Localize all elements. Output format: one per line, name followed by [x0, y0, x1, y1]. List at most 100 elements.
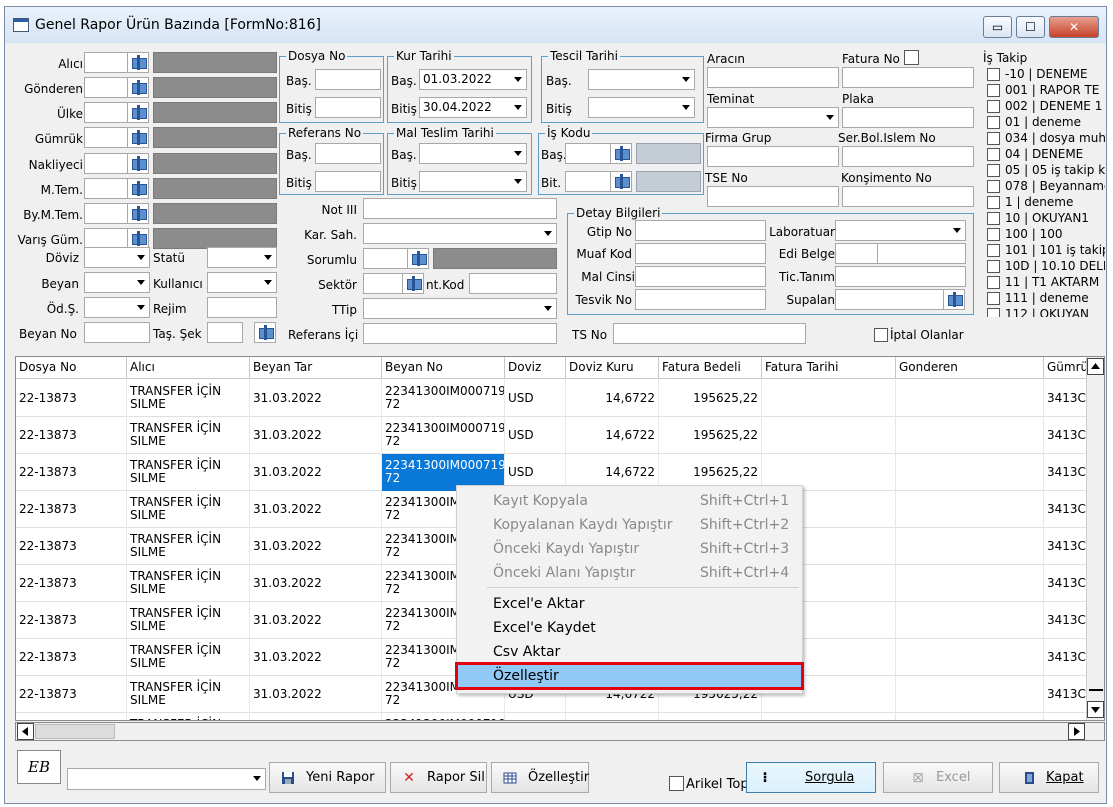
menu-item-7[interactable]: Özelleştir: [455, 662, 804, 690]
table-cell[interactable]: 3413C: [1044, 676, 1088, 713]
is-takip-checkbox[interactable]: [987, 68, 1000, 81]
is-takip-item[interactable]: 112 | OKUYAN: [985, 307, 1105, 317]
is-takip-checkbox[interactable]: [987, 276, 1000, 289]
mal-bitis-date[interactable]: [419, 171, 527, 192]
plaka-input[interactable]: [842, 107, 974, 128]
table-cell[interactable]: [566, 713, 659, 720]
table-cell[interactable]: 14,6722: [566, 417, 659, 454]
sektor-picker-icon[interactable]: [402, 273, 424, 294]
table-cell[interactable]: 31.03.2022: [250, 528, 382, 565]
hscroll-thumb[interactable]: [35, 724, 115, 739]
table-cell[interactable]: [896, 639, 1044, 676]
is-takip-checkbox[interactable]: [987, 228, 1000, 241]
supalan-picker-icon[interactable]: [943, 289, 965, 310]
left-field-input[interactable]: [84, 77, 130, 98]
fatura-no-input[interactable]: [842, 67, 974, 88]
is-takip-item[interactable]: 1 | deneme: [985, 195, 1105, 211]
is-takip-checkbox[interactable]: [987, 196, 1000, 209]
left-field-input[interactable]: [84, 153, 130, 174]
dosya-bitis-input[interactable]: [315, 97, 381, 118]
table-cell[interactable]: TRANSFER İÇİN SILME: [127, 565, 250, 602]
table-cell[interactable]: TRANSFER İÇİN SILME: [127, 639, 250, 676]
is-takip-checkbox[interactable]: [987, 116, 1000, 129]
is-takip-item[interactable]: 101 | 101 iş takip: [985, 243, 1105, 259]
ser-bol-input[interactable]: [842, 146, 974, 167]
table-cell[interactable]: [762, 417, 896, 454]
firma-grup-input[interactable]: [707, 146, 839, 167]
table-cell[interactable]: 3413C: [1044, 417, 1088, 454]
is-kodu-bas-input[interactable]: [565, 143, 613, 164]
horizontal-scrollbar[interactable]: [15, 722, 1105, 741]
yeni-rapor-button[interactable]: Yeni Rapor: [269, 762, 386, 793]
is-takip-item[interactable]: -10 | DENEME: [985, 67, 1105, 83]
is-takip-item[interactable]: 05 | 05 iş takip kc: [985, 163, 1105, 179]
table-cell[interactable]: TRANSFER İÇİN SILME: [127, 676, 250, 713]
menu-item-0[interactable]: Kayıt Kopyala Shift+Ctrl+1: [457, 489, 802, 513]
is-takip-checkbox[interactable]: [987, 84, 1000, 97]
sorgula-button[interactable]: ⁝ Sorgula: [746, 762, 876, 793]
menu-item-5[interactable]: Excel'e Kaydet: [457, 616, 802, 640]
eb-logo[interactable]: EB: [17, 750, 61, 784]
table-cell[interactable]: 22-13873: [16, 454, 127, 491]
table-row[interactable]: TRANSFER İÇİN 22341300IM000719: [16, 713, 1088, 720]
is-takip-checkbox[interactable]: [987, 132, 1000, 145]
table-cell[interactable]: 195625,22: [659, 380, 762, 417]
tescil-bas-date[interactable]: [588, 69, 695, 90]
left-field-input[interactable]: [84, 228, 130, 249]
is-takip-item[interactable]: 002 | DENEME 1: [985, 99, 1105, 115]
table-cell[interactable]: 22341300IM000719 72: [382, 417, 505, 454]
scroll-up-icon[interactable]: [1087, 358, 1104, 375]
table-cell[interactable]: 22-13873: [16, 380, 127, 417]
table-cell[interactable]: [896, 380, 1044, 417]
is-kodu-bit-input[interactable]: [565, 171, 613, 192]
tic-tanim-input[interactable]: [835, 266, 966, 287]
referans-ici-input[interactable]: [363, 323, 557, 344]
table-cell[interactable]: [896, 713, 1044, 720]
table-cell[interactable]: [505, 713, 566, 720]
ref-bitis-input[interactable]: [315, 171, 381, 192]
table-cell[interactable]: [659, 713, 762, 720]
ozellestir-button[interactable]: Özelleştir: [491, 762, 589, 793]
tse-no-input[interactable]: [707, 186, 839, 207]
aracin-input[interactable]: [707, 67, 839, 88]
table-cell[interactable]: 22-13873: [16, 602, 127, 639]
is-takip-item[interactable]: 10D | 10.10 DELF: [985, 259, 1105, 275]
tas-sek-input[interactable]: [207, 322, 243, 343]
supalan-input[interactable]: [835, 289, 945, 310]
minimize-button[interactable]: ▭: [983, 16, 1012, 38]
table-cell[interactable]: 31.03.2022: [250, 417, 382, 454]
edi-input-2[interactable]: [877, 243, 966, 264]
ods-select[interactable]: [84, 297, 150, 318]
table-cell[interactable]: 3413C: [1044, 454, 1088, 491]
rejim-input[interactable]: [207, 297, 277, 318]
table-cell[interactable]: [896, 454, 1044, 491]
table-cell[interactable]: [762, 380, 896, 417]
is-takip-checkbox[interactable]: [987, 244, 1000, 257]
vertical-scrollbar[interactable]: [1086, 357, 1104, 720]
is-takip-checkbox[interactable]: [987, 260, 1000, 273]
edi-input-1[interactable]: [835, 243, 879, 264]
menu-item-2[interactable]: Önceki Kaydı Yapıştır Shift+Ctrl+3: [457, 537, 802, 561]
left-field-picker-icon[interactable]: [127, 153, 149, 174]
is-takip-item[interactable]: 001 | RAPOR TE: [985, 83, 1105, 99]
is-takip-checkbox[interactable]: [987, 148, 1000, 161]
table-cell[interactable]: 22341300IM000719: [382, 713, 505, 720]
table-cell[interactable]: [250, 713, 382, 720]
is-takip-item[interactable]: 04 | DENEME: [985, 147, 1105, 163]
iptal-olanlar-checkbox[interactable]: [874, 328, 888, 342]
table-cell[interactable]: [896, 417, 1044, 454]
table-cell[interactable]: 3413C: [1044, 639, 1088, 676]
rapor-sil-button[interactable]: ✕ Rapor Sil: [390, 762, 487, 793]
is-takip-checkbox[interactable]: [987, 180, 1000, 193]
kar-sah-select[interactable]: [363, 223, 557, 244]
left-field-input[interactable]: [84, 178, 130, 199]
sorumlu-picker-icon[interactable]: [407, 248, 429, 269]
tesvik-input[interactable]: [635, 289, 766, 310]
statu-select[interactable]: [207, 247, 277, 268]
table-row[interactable]: 22-13873 TRANSFER İÇİN SILME 31.03.2022 2234…: [16, 417, 1088, 454]
muaf-input[interactable]: [635, 243, 766, 264]
menu-item-4[interactable]: Excel'e Aktar: [457, 592, 802, 616]
table-cell[interactable]: [896, 602, 1044, 639]
sorumlu-input[interactable]: [363, 248, 409, 269]
excel-button[interactable]: ⊠ Excel: [883, 762, 993, 793]
